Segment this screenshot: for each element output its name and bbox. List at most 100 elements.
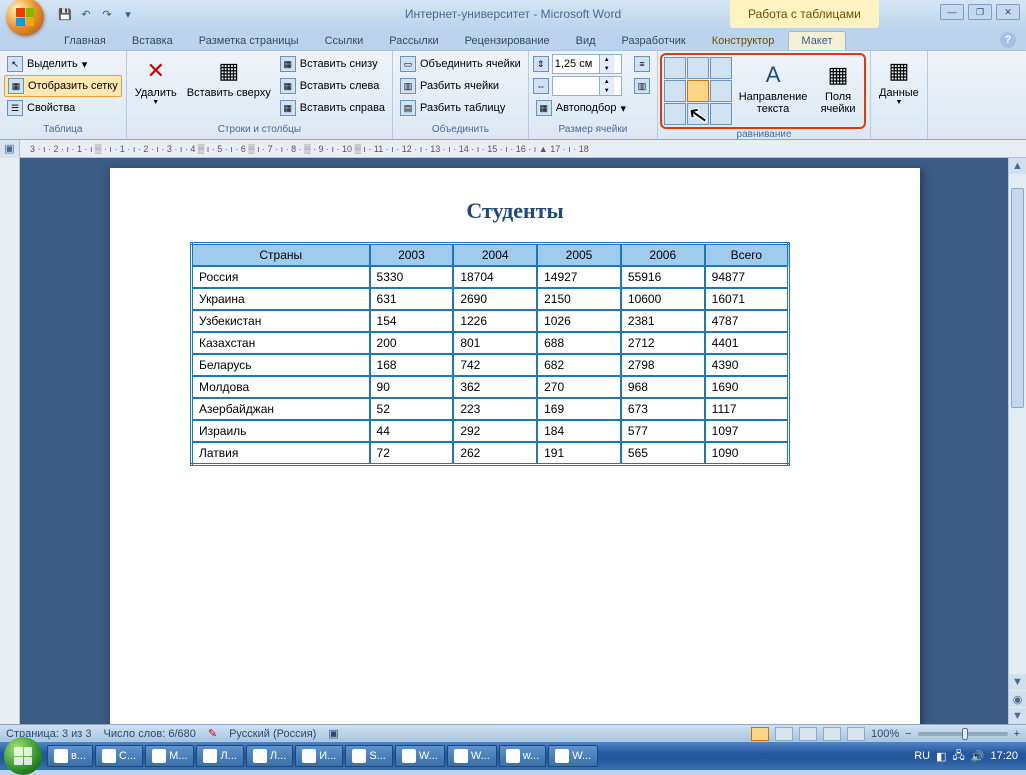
taskbar-item[interactable]: S...: [345, 745, 393, 767]
autofit-button[interactable]: ▦Автоподбор ▾: [533, 97, 629, 119]
data-table[interactable]: Страны2003200420052006Всего Россия533018…: [190, 242, 790, 466]
tab-table-design[interactable]: Конструктор: [700, 32, 787, 50]
row-height-input[interactable]: [553, 58, 599, 70]
zoom-slider-knob[interactable]: [962, 728, 968, 740]
taskbar-item[interactable]: Л...: [196, 745, 243, 767]
table-cell[interactable]: 55916: [621, 266, 705, 288]
table-cell[interactable]: Казахстан: [192, 332, 370, 354]
distribute-cols-button[interactable]: ▥: [631, 75, 653, 97]
table-cell[interactable]: Россия: [192, 266, 370, 288]
table-row[interactable]: Россия533018704149275591694877: [192, 266, 789, 288]
row-height-spinner[interactable]: ▲▼: [552, 54, 622, 74]
tray-volume-icon[interactable]: 🔊: [971, 750, 985, 763]
table-cell[interactable]: 1226: [453, 310, 537, 332]
table-cell[interactable]: 292: [453, 420, 537, 442]
table-cell[interactable]: 801: [453, 332, 537, 354]
table-cell[interactable]: 18704: [453, 266, 537, 288]
close-button[interactable]: ✕: [996, 4, 1020, 20]
minimize-button[interactable]: —: [940, 4, 964, 20]
save-icon[interactable]: 💾: [56, 5, 74, 23]
tray-network-icon[interactable]: 🖧: [953, 747, 965, 766]
align-top-right-button[interactable]: [710, 57, 732, 79]
table-cell[interactable]: 94877: [705, 266, 789, 288]
split-table-button[interactable]: ▤Разбить таблицу: [397, 97, 524, 119]
table-header[interactable]: 2003: [370, 244, 454, 267]
table-cell[interactable]: 4787: [705, 310, 789, 332]
tray-app-icon[interactable]: ◧: [936, 750, 946, 763]
properties-button[interactable]: ☰Свойства: [4, 97, 122, 119]
table-cell[interactable]: 72: [370, 442, 454, 465]
tray-language[interactable]: RU: [914, 750, 930, 762]
table-cell[interactable]: 577: [621, 420, 705, 442]
table-cell[interactable]: 4401: [705, 332, 789, 354]
zoom-out-button[interactable]: −: [905, 728, 911, 740]
table-row[interactable]: Украина631269021501060016071: [192, 288, 789, 310]
table-header[interactable]: Всего: [705, 244, 789, 267]
table-cell[interactable]: 10600: [621, 288, 705, 310]
view-gridlines-button[interactable]: ▦Отобразить сетку: [4, 75, 122, 97]
align-bottom-center-button[interactable]: [687, 103, 709, 125]
table-row[interactable]: Беларусь16874268227984390: [192, 354, 789, 376]
insert-above-button[interactable]: ▦ Вставить сверху: [183, 53, 275, 101]
table-cell[interactable]: 2712: [621, 332, 705, 354]
macro-record-icon[interactable]: ▣: [328, 727, 338, 740]
zoom-level[interactable]: 100%: [871, 728, 899, 740]
table-cell[interactable]: Беларусь: [192, 354, 370, 376]
tab-table-layout[interactable]: Макет: [788, 31, 845, 50]
restore-button[interactable]: ❐: [968, 4, 992, 20]
print-layout-view-button[interactable]: [751, 727, 769, 741]
table-cell[interactable]: 2690: [453, 288, 537, 310]
table-cell[interactable]: 223: [453, 398, 537, 420]
table-cell[interactable]: 631: [370, 288, 454, 310]
document-area[interactable]: Студенты Страны2003200420052006Всего Рос…: [20, 158, 1008, 724]
tab-view[interactable]: Вид: [564, 32, 608, 50]
table-cell[interactable]: Израиль: [192, 420, 370, 442]
table-cell[interactable]: 262: [453, 442, 537, 465]
status-word-count[interactable]: Число слов: 6/680: [104, 728, 196, 740]
tab-review[interactable]: Рецензирование: [453, 32, 562, 50]
table-cell[interactable]: 362: [453, 376, 537, 398]
table-cell[interactable]: Молдова: [192, 376, 370, 398]
align-bottom-right-button[interactable]: [710, 103, 732, 125]
table-cell[interactable]: 2381: [621, 310, 705, 332]
web-layout-view-button[interactable]: [799, 727, 817, 741]
table-cell[interactable]: 2798: [621, 354, 705, 376]
table-cell[interactable]: 184: [537, 420, 621, 442]
tab-page-layout[interactable]: Разметка страницы: [187, 32, 311, 50]
align-middle-center-button[interactable]: [687, 80, 709, 102]
split-cells-button[interactable]: ▥Разбить ячейки: [397, 75, 524, 97]
help-icon[interactable]: ?: [1000, 32, 1016, 48]
prev-page-icon[interactable]: ◉: [1009, 691, 1026, 707]
tray-clock[interactable]: 17:20: [990, 750, 1018, 762]
table-cell[interactable]: 673: [621, 398, 705, 420]
tab-references[interactable]: Ссылки: [313, 32, 376, 50]
vertical-scrollbar[interactable]: ▲ ▼ ◉ ▼: [1008, 158, 1026, 724]
draft-view-button[interactable]: [847, 727, 865, 741]
next-page-icon[interactable]: ▼: [1009, 708, 1026, 724]
text-direction-button[interactable]: A Направление текста: [734, 57, 812, 117]
table-cell[interactable]: 2150: [537, 288, 621, 310]
table-cell[interactable]: 1090: [705, 442, 789, 465]
table-cell[interactable]: Азербайджан: [192, 398, 370, 420]
align-bottom-left-button[interactable]: [664, 103, 686, 125]
table-row[interactable]: Казахстан20080168827124401: [192, 332, 789, 354]
taskbar-item[interactable]: W...: [395, 745, 445, 767]
scroll-down-icon[interactable]: ▼: [1009, 674, 1026, 690]
tab-home[interactable]: Главная: [52, 32, 118, 50]
status-language[interactable]: Русский (Россия): [229, 728, 316, 740]
qat-dropdown-icon[interactable]: ▾: [119, 5, 137, 23]
table-cell[interactable]: 565: [621, 442, 705, 465]
table-cell[interactable]: 14927: [537, 266, 621, 288]
col-width-input[interactable]: [553, 80, 599, 92]
align-top-center-button[interactable]: [687, 57, 709, 79]
data-button[interactable]: ▦ Данные▼: [875, 53, 923, 108]
align-middle-left-button[interactable]: [664, 80, 686, 102]
table-cell[interactable]: 1097: [705, 420, 789, 442]
table-cell[interactable]: 1690: [705, 376, 789, 398]
table-cell[interactable]: 191: [537, 442, 621, 465]
table-cell[interactable]: 200: [370, 332, 454, 354]
table-header[interactable]: 2005: [537, 244, 621, 267]
spinner-down-icon[interactable]: ▼: [600, 64, 614, 73]
page[interactable]: Студенты Страны2003200420052006Всего Рос…: [110, 168, 920, 724]
table-cell[interactable]: 1117: [705, 398, 789, 420]
